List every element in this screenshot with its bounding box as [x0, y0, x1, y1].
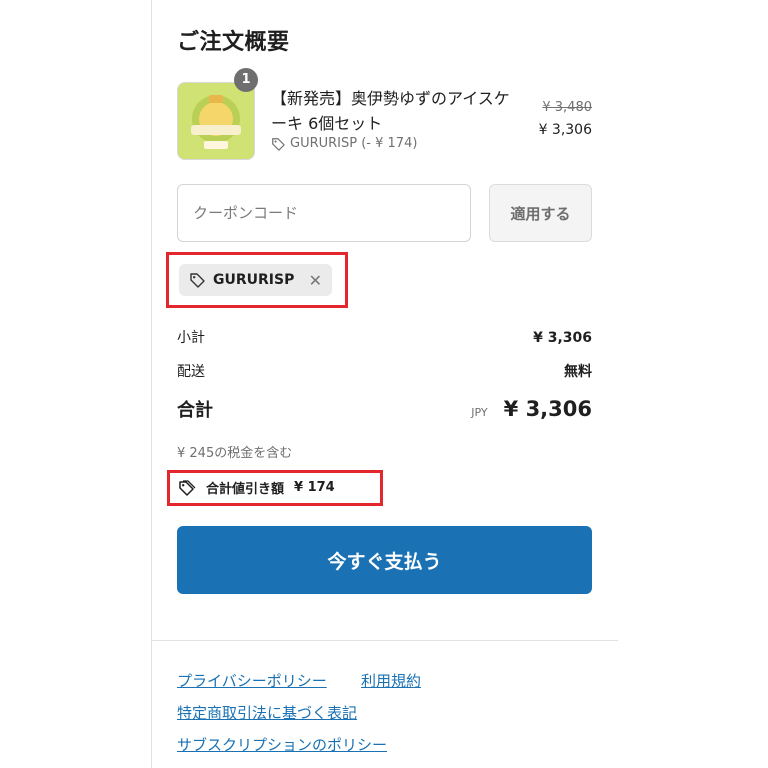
subtotal-label: 小計	[177, 330, 205, 346]
coupon-code-input[interactable]	[177, 184, 471, 242]
tax-note: ¥ 245の税金を含む	[177, 446, 293, 461]
total-value: ¥ 3,306	[503, 397, 592, 421]
shipping-row: 配送 無料	[177, 361, 592, 381]
total-row: 合計 JPY ¥ 3,306	[177, 396, 592, 422]
shipping-value: 無料	[564, 364, 592, 380]
remove-coupon-icon[interactable]: ✕	[309, 271, 322, 290]
subtotal-row: 小計 ¥ 3,306	[177, 327, 592, 347]
product-thumbnail	[177, 82, 255, 160]
tag-icon	[190, 273, 205, 288]
product-name: 【新発売】奥伊勢ゆずのアイスケーキ 6個セット	[271, 89, 510, 133]
product-price: ¥ 3,306	[538, 122, 592, 138]
footer-divider	[152, 640, 618, 641]
total-savings: 合計値引き額 ¥ 174	[178, 478, 335, 497]
commercial-law-link[interactable]: 特定商取引法に基づく表記	[177, 702, 357, 723]
original-price: ¥ 3,480	[542, 100, 592, 115]
savings-label: 合計値引き額	[206, 482, 285, 497]
tag-icon	[272, 137, 285, 151]
quantity-badge: 1	[234, 68, 258, 92]
pay-now-button[interactable]: 今すぐ支払う	[177, 526, 592, 594]
product-discount-label: GURURISP (- ¥ 174)	[290, 136, 418, 151]
currency-code: JPY	[471, 406, 488, 419]
subscription-policy-link[interactable]: サブスクリプションのポリシー	[177, 734, 387, 755]
product-discount: GURURISP (- ¥ 174)	[271, 136, 417, 151]
column-divider	[151, 0, 152, 768]
terms-of-service-link[interactable]: 利用規約	[361, 670, 421, 691]
subtotal-value: ¥ 3,306	[533, 330, 592, 346]
order-summary-title: ご注文概要	[177, 30, 290, 55]
privacy-policy-link[interactable]: プライバシーポリシー	[177, 670, 327, 691]
shipping-label: 配送	[177, 364, 205, 380]
apply-coupon-button[interactable]: 適用する	[489, 184, 592, 242]
total-label: 合計	[177, 400, 213, 421]
product-image	[178, 83, 254, 159]
savings-value: ¥ 174	[294, 480, 335, 495]
price-tag-icon	[179, 479, 196, 496]
applied-coupon-code: GURURISP	[213, 272, 295, 288]
applied-coupon-tag: GURURISP ✕	[179, 264, 332, 296]
